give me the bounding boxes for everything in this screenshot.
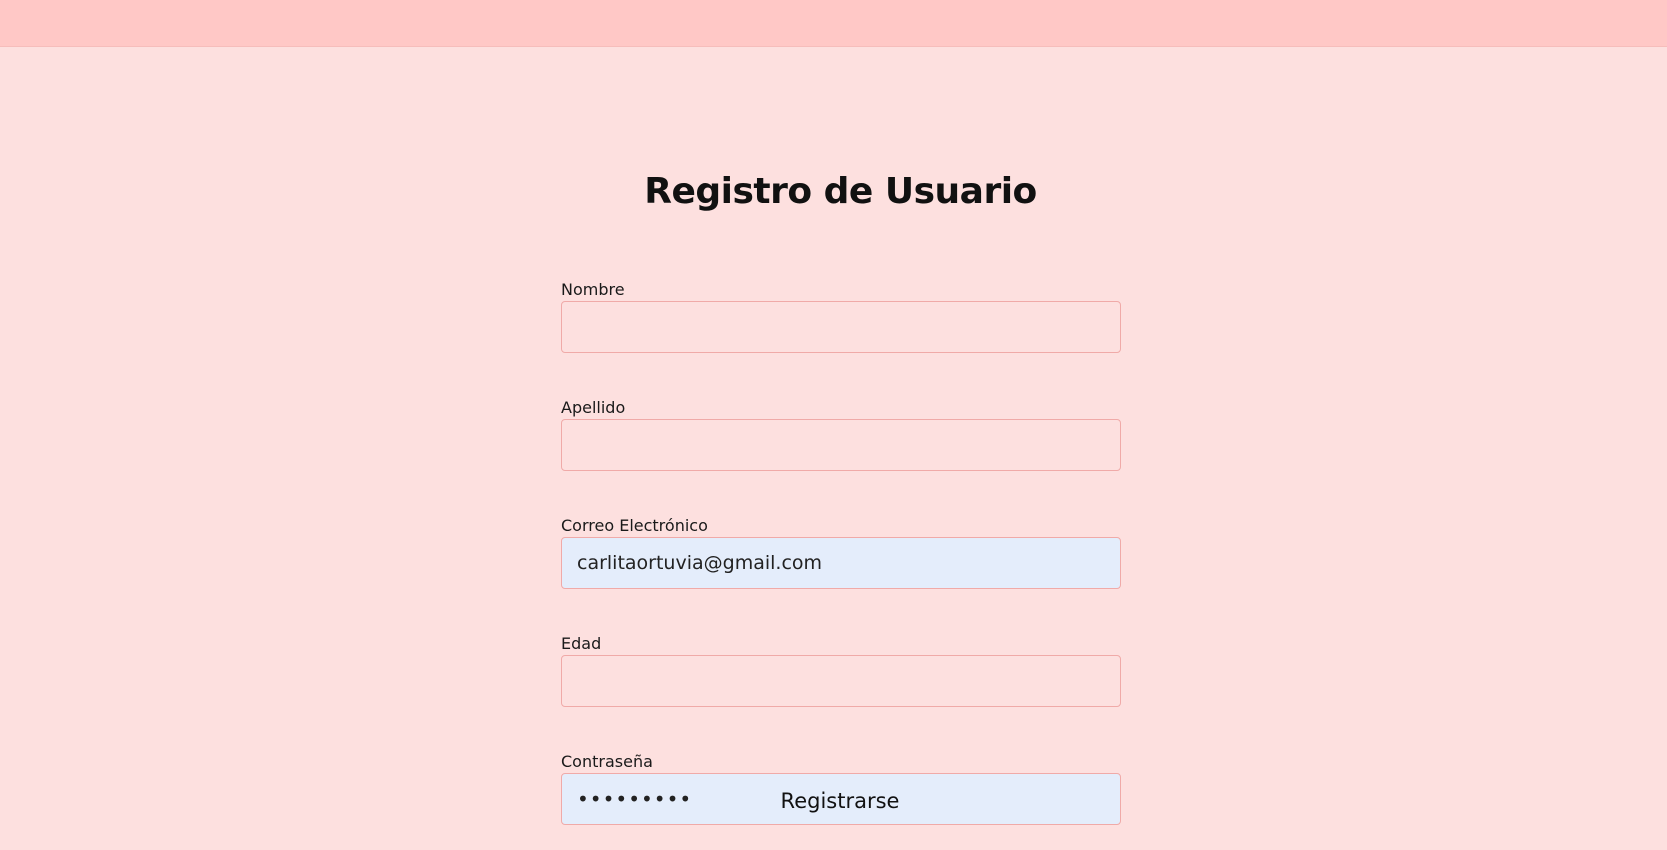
register-button[interactable]: Registrarse <box>740 782 940 820</box>
apellido-input[interactable] <box>561 419 1121 471</box>
edad-label: Edad <box>561 634 602 653</box>
contrasena-label: Contraseña <box>561 752 653 771</box>
registration-form: Nombre Apellido Correo Electrónico Edad … <box>561 280 1121 825</box>
edad-input[interactable] <box>561 655 1121 707</box>
field-nombre: Nombre <box>561 280 1121 353</box>
nombre-label: Nombre <box>561 280 625 299</box>
page-title: Registro de Usuario <box>644 171 1037 212</box>
email-input[interactable] <box>561 537 1121 589</box>
top-bar <box>0 0 1667 47</box>
field-correo: Correo Electrónico <box>561 516 1121 589</box>
field-edad: Edad <box>561 634 1121 707</box>
field-apellido: Apellido <box>561 398 1121 471</box>
apellido-label: Apellido <box>561 398 626 417</box>
correo-label: Correo Electrónico <box>561 516 708 535</box>
nombre-input[interactable] <box>561 301 1121 353</box>
